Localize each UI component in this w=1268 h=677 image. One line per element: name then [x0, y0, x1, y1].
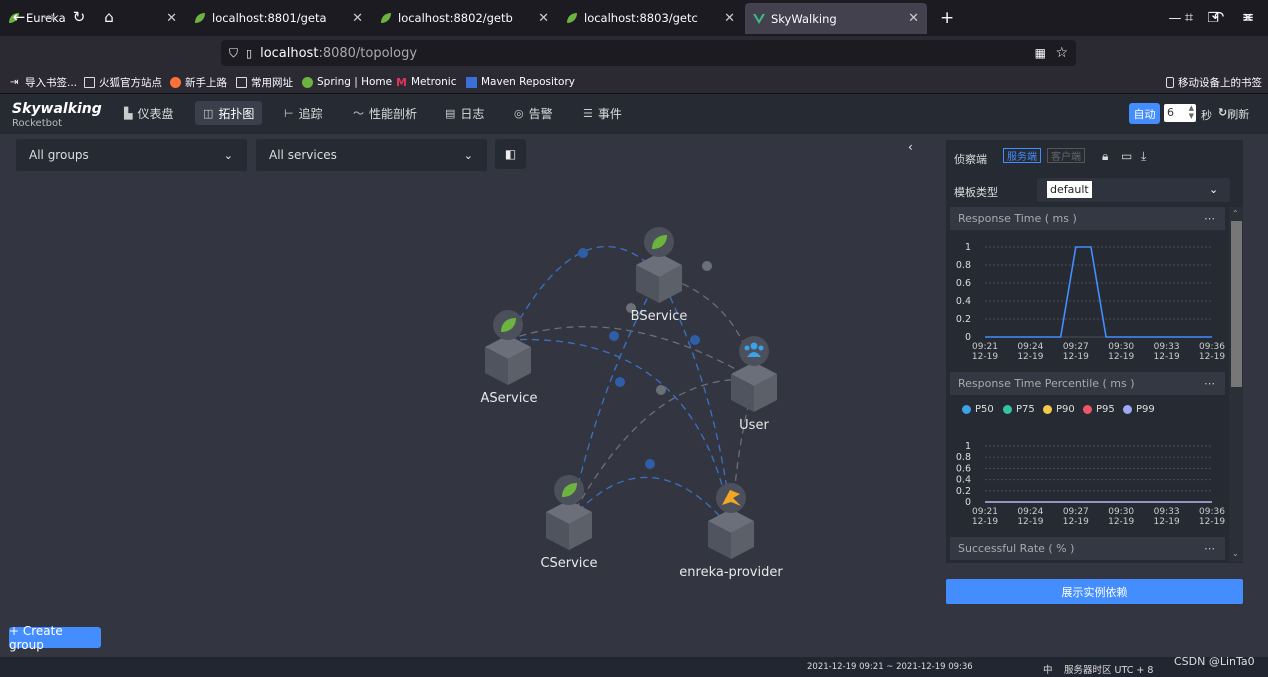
y-tick-label: 0.2	[956, 314, 971, 325]
card-title: Response Time ( ms )	[958, 212, 1077, 225]
node-label: AService	[480, 391, 538, 406]
time-range[interactable]: 2021-12-19 09:21 ~ 2021-12-19 09:36	[807, 662, 973, 672]
legend-swatch	[1003, 405, 1012, 414]
card-response-percentile: Response Time Percentile ( ms ) ⋯	[950, 372, 1225, 395]
download-icon[interactable]: ⤓	[1141, 149, 1146, 164]
legend-label: P95	[1096, 404, 1115, 415]
x-tick-label: 09:30	[1108, 507, 1134, 517]
legend-p95[interactable]: P95	[1083, 404, 1115, 415]
server-toggle[interactable]: 服务端	[1003, 148, 1041, 163]
node-user[interactable]	[731, 336, 777, 412]
node-label: User	[739, 418, 769, 433]
node-label: BService	[630, 309, 688, 324]
legend-swatch	[1043, 405, 1052, 414]
x-tick-date: 12-19	[1108, 352, 1134, 362]
card-response-time: Response Time ( ms ) ⋯	[950, 207, 1225, 230]
legend-label: P99	[1136, 404, 1155, 415]
y-tick-label: 0	[965, 332, 971, 343]
create-group-button[interactable]: + Create group	[9, 624, 101, 652]
y-tick-label: 0.8	[956, 260, 971, 271]
x-tick-label: 09:36	[1199, 507, 1225, 517]
legend-p50[interactable]: P50	[962, 404, 994, 415]
scroll-down-icon[interactable]: ⌄	[1232, 549, 1239, 558]
legend-label: P90	[1056, 404, 1075, 415]
x-tick-label: 09:21	[972, 342, 998, 352]
x-tick-date: 12-19	[1154, 352, 1180, 362]
x-tick-date: 12-19	[1199, 352, 1225, 362]
legend-p75[interactable]: P75	[1003, 404, 1035, 415]
legend-swatch	[1123, 405, 1132, 414]
timezone: 服务器时区 UTC + 8	[1064, 665, 1154, 676]
language-toggle[interactable]: 中	[1043, 662, 1053, 676]
more-icon[interactable]: ⋯	[1204, 212, 1215, 225]
client-toggle[interactable]: 客户端	[1047, 148, 1085, 163]
chevron-down-icon: ⌄	[1209, 183, 1219, 196]
response-time-chart: 10.80.60.40.2009:2112-1909:2412-1909:271…	[956, 242, 1225, 362]
node-label: CService	[540, 556, 598, 571]
x-tick-date: 12-19	[1017, 517, 1043, 527]
legend-p90[interactable]: P90	[1043, 404, 1075, 415]
x-tick-label: 09:21	[972, 507, 998, 517]
x-tick-date: 12-19	[1108, 517, 1134, 527]
legend-label: P75	[1016, 404, 1035, 415]
more-icon[interactable]: ⋯	[1204, 542, 1215, 555]
x-tick-label: 09:36	[1199, 342, 1225, 352]
node-aservice[interactable]	[485, 310, 531, 385]
legend-label: P50	[975, 404, 994, 415]
x-tick-label: 09:24	[1017, 507, 1043, 517]
x-tick-date: 12-19	[972, 517, 998, 527]
y-tick-label: 0.4	[956, 296, 971, 307]
template-label: 模板类型	[954, 186, 998, 199]
card-successful-rate: Successful Rate ( % ) ⋯	[950, 537, 1225, 560]
x-tick-date: 12-19	[972, 352, 998, 362]
response-percentile-chart: 10.80.60.40.2009:2112-1909:2412-1909:271…	[956, 441, 1225, 527]
scroll-up-icon[interactable]: ⌃	[1232, 209, 1239, 218]
x-tick-label: 09:33	[1154, 507, 1180, 517]
show-instance-dependency-button[interactable]: 展示实例依赖	[946, 579, 1243, 604]
panel-scroll-thumb[interactable]	[1231, 221, 1242, 387]
node-bservice[interactable]	[636, 227, 682, 303]
x-tick-date: 12-19	[1063, 352, 1089, 362]
node-cservice[interactable]	[546, 475, 592, 550]
edge-a-user[interactable]	[507, 326, 756, 381]
y-tick-label: 0.6	[956, 278, 971, 289]
template-value: default	[1047, 181, 1092, 198]
legend-swatch	[1083, 405, 1092, 414]
lock-icon[interactable]: 🔒︎	[1102, 149, 1108, 164]
y-tick-label: 1	[965, 242, 971, 253]
x-tick-date: 12-19	[1154, 517, 1180, 527]
y-tick-label: 0	[965, 497, 971, 508]
edge-c-provider[interactable]	[569, 476, 733, 531]
y-tick-label: 0.2	[956, 486, 971, 497]
y-tick-label: 1	[965, 441, 971, 452]
series-line	[985, 246, 1212, 338]
y-tick-label: 0.4	[956, 475, 971, 486]
more-icon[interactable]: ⋯	[1204, 377, 1215, 390]
card-title: Response Time Percentile ( ms )	[958, 377, 1135, 390]
x-tick-date: 12-19	[1063, 517, 1089, 527]
panel-title: 侦察端	[954, 153, 987, 166]
x-tick-label: 09:27	[1063, 342, 1089, 352]
folder-icon[interactable]: ▭	[1121, 149, 1132, 163]
x-tick-label: 09:33	[1154, 342, 1180, 352]
x-tick-label: 09:27	[1063, 507, 1089, 517]
node-enreka-provider[interactable]	[708, 483, 754, 559]
y-tick-label: 0.8	[956, 452, 971, 463]
x-tick-label: 09:24	[1017, 342, 1043, 352]
y-tick-label: 0.6	[956, 463, 971, 474]
x-tick-date: 12-19	[1017, 352, 1043, 362]
card-title: Successful Rate ( % )	[958, 542, 1075, 555]
watermark: CSDN @LinTa0	[1174, 655, 1255, 668]
legend-swatch	[962, 405, 971, 414]
legend-p99[interactable]: P99	[1123, 404, 1155, 415]
x-tick-date: 12-19	[1199, 517, 1225, 527]
node-label: enreka-provider	[679, 565, 783, 580]
edge-a-b[interactable]	[507, 245, 661, 341]
x-tick-label: 09:30	[1108, 342, 1134, 352]
